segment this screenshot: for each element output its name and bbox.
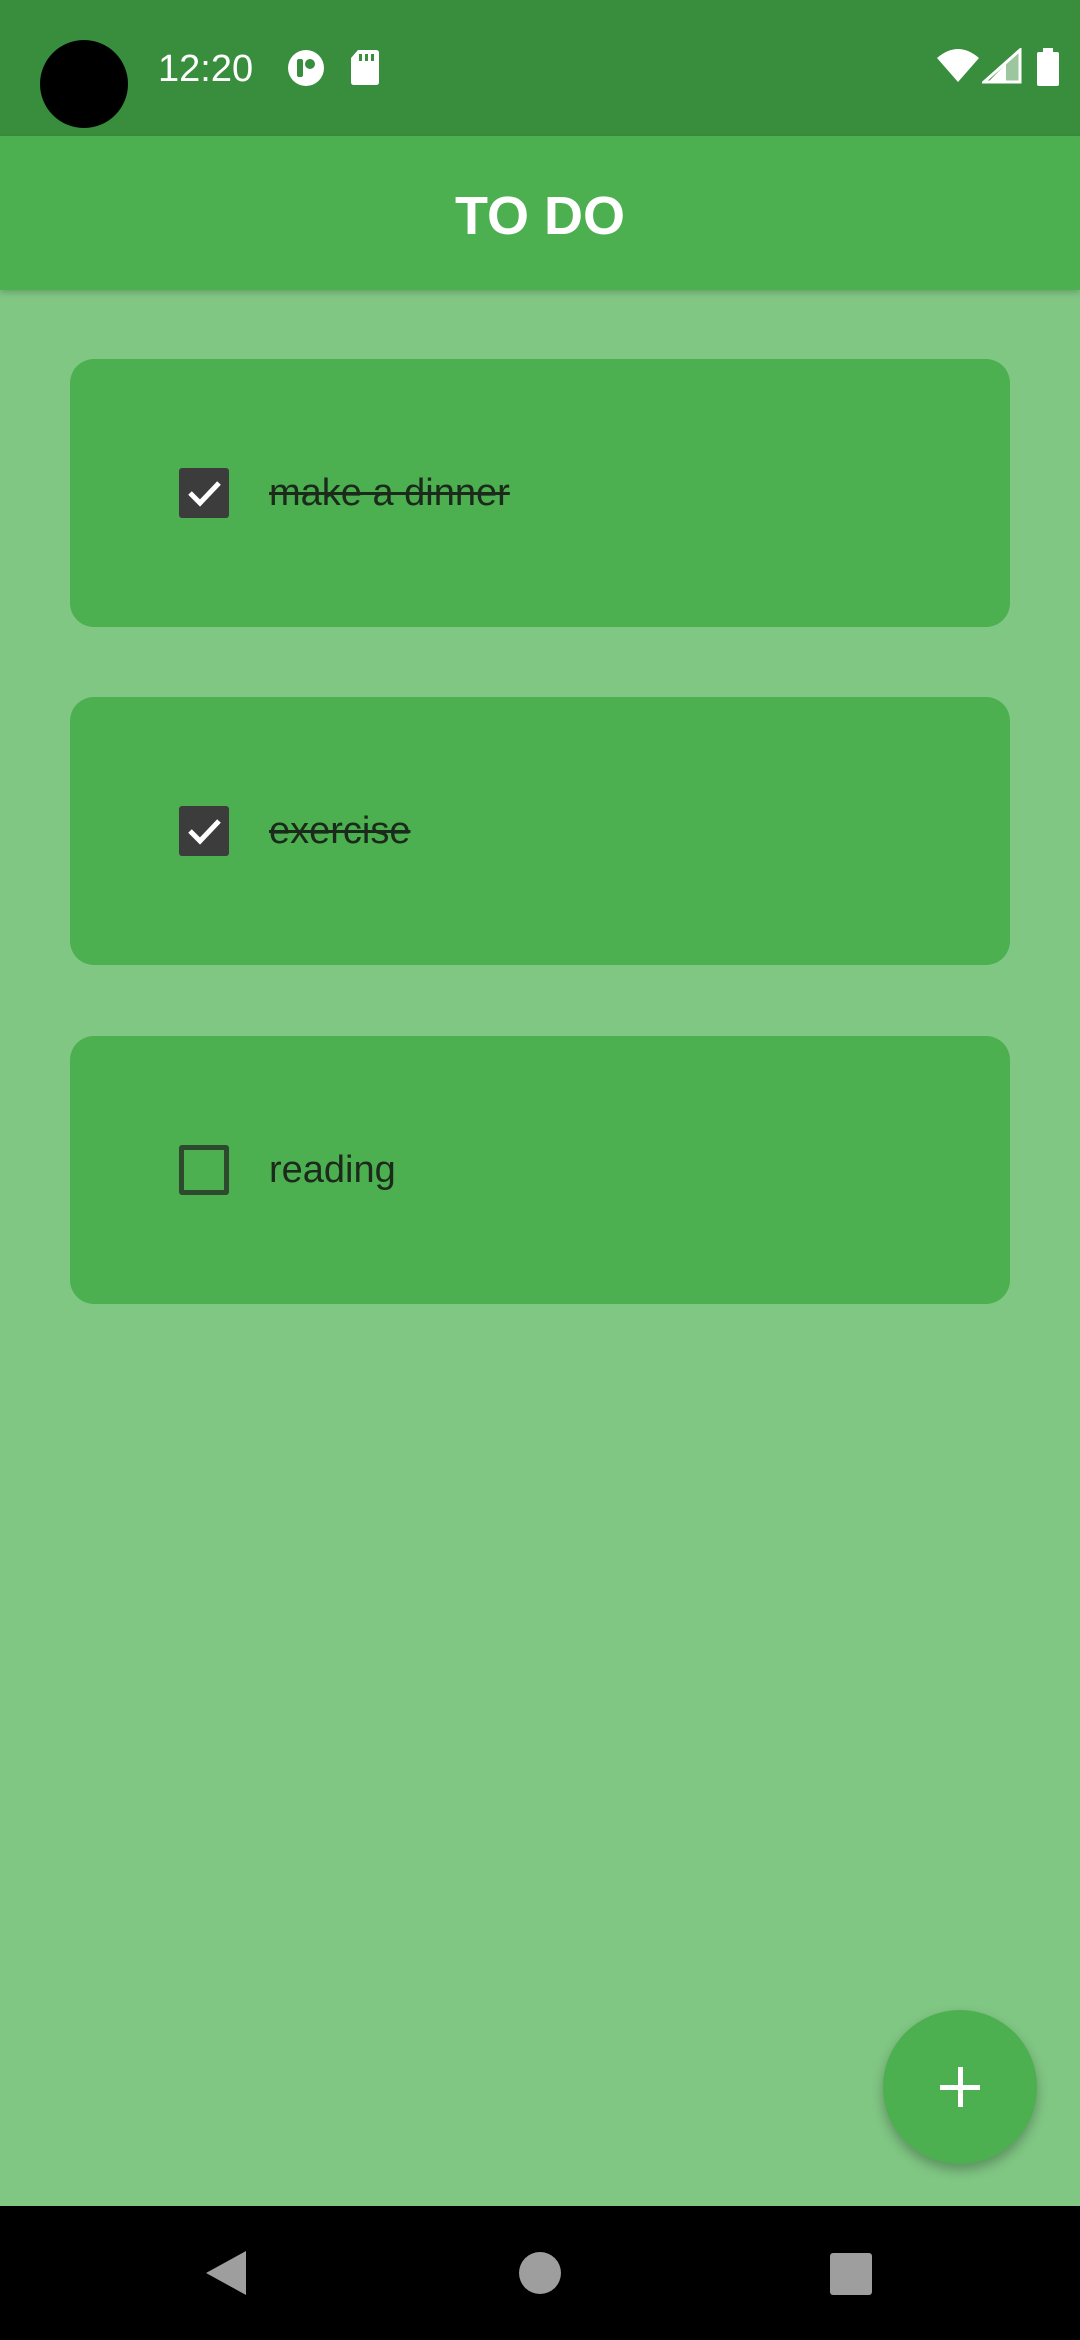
sd-card-icon <box>350 48 380 91</box>
add-task-button[interactable] <box>883 2010 1037 2164</box>
screen: 12:20 TO DO make a dinner exercise readi… <box>0 0 1080 2340</box>
plus-icon <box>940 2067 980 2107</box>
back-icon[interactable] <box>190 2206 270 2340</box>
task-label: reading <box>269 1149 396 1191</box>
task-checkbox[interactable] <box>179 1145 229 1195</box>
checkmark-icon <box>188 819 221 845</box>
status-bar: 12:20 <box>0 0 1080 136</box>
app-bar: TO DO <box>0 136 1080 290</box>
camera-cutout <box>40 40 128 128</box>
navigation-bar <box>0 2206 1080 2340</box>
wifi-icon <box>936 48 980 89</box>
task-label: exercise <box>269 810 411 852</box>
task-card[interactable]: make a dinner <box>70 359 1010 627</box>
task-card[interactable]: exercise <box>70 697 1010 965</box>
task-card[interactable]: reading <box>70 1036 1010 1304</box>
checkmark-icon <box>188 481 221 507</box>
task-label: make a dinner <box>269 472 510 514</box>
home-icon[interactable] <box>480 2206 600 2340</box>
task-checkbox[interactable] <box>179 468 229 518</box>
battery-icon <box>1036 48 1060 91</box>
page-title: TO DO <box>454 186 625 246</box>
task-checkbox[interactable] <box>179 806 229 856</box>
signal-icon <box>980 46 1022 89</box>
cast-icon <box>286 48 326 93</box>
status-time: 12:20 <box>158 48 254 90</box>
recents-icon[interactable] <box>800 2206 900 2340</box>
